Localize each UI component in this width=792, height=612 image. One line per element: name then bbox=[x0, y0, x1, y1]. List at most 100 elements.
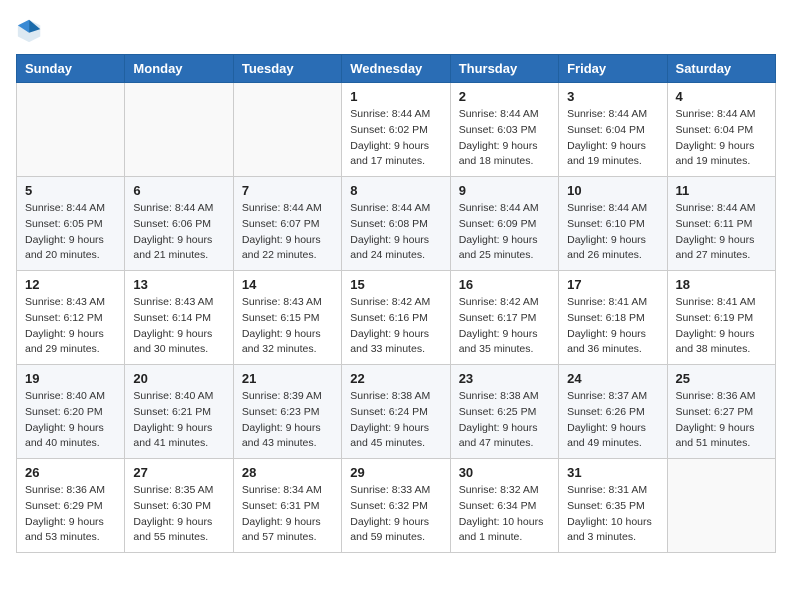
table-row: 22 Sunrise: 8:38 AMSunset: 6:24 PMDayligh… bbox=[342, 365, 450, 459]
table-row bbox=[125, 83, 233, 177]
table-row: 3Sunrise: 8:44 AMSunset: 6:04 PMDaylight… bbox=[559, 83, 667, 177]
day-number: 18 bbox=[676, 277, 767, 292]
calendar-table: SundayMondayTuesdayWednesdayThursdayFrid… bbox=[16, 54, 776, 553]
day-info: Sunrise: 8:33 AMSunset: 6:32 PMDaylight:… bbox=[350, 483, 441, 546]
day-info: Sunrise: 8:42 AMSunset: 6:16 PMDaylight:… bbox=[350, 295, 441, 358]
table-row: 13 Sunrise: 8:43 AMSunset: 6:14 PMDayligh… bbox=[125, 271, 233, 365]
col-header-wednesday: Wednesday bbox=[342, 55, 450, 83]
day-number: 31 bbox=[567, 465, 658, 480]
day-number: 17 bbox=[567, 277, 658, 292]
table-row: 6 Sunrise: 8:44 AMSunset: 6:06 PMDaylight… bbox=[125, 177, 233, 271]
day-info: Sunrise: 8:44 AMSunset: 6:06 PMDaylight:… bbox=[133, 201, 224, 264]
table-row: 28Sunrise: 8:34 AMSunset: 6:31 PMDayligh… bbox=[233, 459, 341, 553]
col-header-friday: Friday bbox=[559, 55, 667, 83]
table-row: 21Sunrise: 8:39 AMSunset: 6:23 PMDayligh… bbox=[233, 365, 341, 459]
day-number: 16 bbox=[459, 277, 550, 292]
day-number: 2 bbox=[459, 89, 550, 104]
day-number: 9 bbox=[459, 183, 550, 198]
table-row: 23 Sunrise: 8:38 AMSunset: 6:25 PMDayligh… bbox=[450, 365, 558, 459]
table-row: 29 Sunrise: 8:33 AMSunset: 6:32 PMDayligh… bbox=[342, 459, 450, 553]
day-info: Sunrise: 8:44 AMSunset: 6:04 PMDaylight:… bbox=[676, 107, 767, 170]
table-row: 14 Sunrise: 8:43 AMSunset: 6:15 PMDayligh… bbox=[233, 271, 341, 365]
table-row: 31 Sunrise: 8:31 AMSunset: 6:35 PMDayligh… bbox=[559, 459, 667, 553]
day-number: 26 bbox=[25, 465, 116, 480]
calendar-week-5: 26 Sunrise: 8:36 AMSunset: 6:29 PMDayligh… bbox=[17, 459, 776, 553]
day-info: Sunrise: 8:40 AMSunset: 6:21 PMDaylight:… bbox=[133, 389, 224, 452]
col-header-tuesday: Tuesday bbox=[233, 55, 341, 83]
day-number: 8 bbox=[350, 183, 441, 198]
table-row: 27 Sunrise: 8:35 AMSunset: 6:30 PMDayligh… bbox=[125, 459, 233, 553]
calendar-week-3: 12Sunrise: 8:43 AMSunset: 6:12 PMDayligh… bbox=[17, 271, 776, 365]
logo bbox=[16, 16, 48, 44]
day-info: Sunrise: 8:43 AMSunset: 6:15 PMDaylight:… bbox=[242, 295, 333, 358]
day-number: 27 bbox=[133, 465, 224, 480]
table-row: 5 Sunrise: 8:44 AMSunset: 6:05 PMDaylight… bbox=[17, 177, 125, 271]
day-info: Sunrise: 8:44 AMSunset: 6:10 PMDaylight:… bbox=[567, 201, 658, 264]
table-row: 9Sunrise: 8:44 AMSunset: 6:09 PMDaylight… bbox=[450, 177, 558, 271]
table-row bbox=[667, 459, 775, 553]
day-number: 23 bbox=[459, 371, 550, 386]
day-info: Sunrise: 8:32 AMSunset: 6:34 PMDaylight:… bbox=[459, 483, 550, 546]
day-info: Sunrise: 8:36 AMSunset: 6:29 PMDaylight:… bbox=[25, 483, 116, 546]
day-info: Sunrise: 8:38 AMSunset: 6:24 PMDaylight:… bbox=[350, 389, 441, 452]
table-row: 30 Sunrise: 8:32 AMSunset: 6:34 PMDayligh… bbox=[450, 459, 558, 553]
col-header-thursday: Thursday bbox=[450, 55, 558, 83]
day-info: Sunrise: 8:44 AMSunset: 6:05 PMDaylight:… bbox=[25, 201, 116, 264]
day-info: Sunrise: 8:40 AMSunset: 6:20 PMDaylight:… bbox=[25, 389, 116, 452]
day-info: Sunrise: 8:43 AMSunset: 6:12 PMDaylight:… bbox=[25, 295, 116, 358]
col-header-monday: Monday bbox=[125, 55, 233, 83]
day-number: 20 bbox=[133, 371, 224, 386]
day-info: Sunrise: 8:35 AMSunset: 6:30 PMDaylight:… bbox=[133, 483, 224, 546]
table-row: 10 Sunrise: 8:44 AMSunset: 6:10 PMDayligh… bbox=[559, 177, 667, 271]
day-number: 30 bbox=[459, 465, 550, 480]
day-number: 22 bbox=[350, 371, 441, 386]
table-row: 8 Sunrise: 8:44 AMSunset: 6:08 PMDaylight… bbox=[342, 177, 450, 271]
table-row: 11 Sunrise: 8:44 AMSunset: 6:11 PMDayligh… bbox=[667, 177, 775, 271]
day-info: Sunrise: 8:36 AMSunset: 6:27 PMDaylight:… bbox=[676, 389, 767, 452]
table-row: 12Sunrise: 8:43 AMSunset: 6:12 PMDayligh… bbox=[17, 271, 125, 365]
day-number: 19 bbox=[25, 371, 116, 386]
table-row bbox=[17, 83, 125, 177]
page-header bbox=[16, 16, 776, 44]
logo-icon bbox=[16, 16, 44, 44]
day-number: 11 bbox=[676, 183, 767, 198]
table-row: 1 Sunrise: 8:44 AMSunset: 6:02 PMDaylight… bbox=[342, 83, 450, 177]
day-number: 3 bbox=[567, 89, 658, 104]
day-info: Sunrise: 8:42 AMSunset: 6:17 PMDaylight:… bbox=[459, 295, 550, 358]
calendar-week-2: 5 Sunrise: 8:44 AMSunset: 6:05 PMDaylight… bbox=[17, 177, 776, 271]
day-info: Sunrise: 8:43 AMSunset: 6:14 PMDaylight:… bbox=[133, 295, 224, 358]
day-number: 1 bbox=[350, 89, 441, 104]
day-info: Sunrise: 8:44 AMSunset: 6:03 PMDaylight:… bbox=[459, 107, 550, 170]
table-row: 20 Sunrise: 8:40 AMSunset: 6:21 PMDayligh… bbox=[125, 365, 233, 459]
calendar-week-4: 19 Sunrise: 8:40 AMSunset: 6:20 PMDayligh… bbox=[17, 365, 776, 459]
day-info: Sunrise: 8:41 AMSunset: 6:18 PMDaylight:… bbox=[567, 295, 658, 358]
day-number: 6 bbox=[133, 183, 224, 198]
day-info: Sunrise: 8:41 AMSunset: 6:19 PMDaylight:… bbox=[676, 295, 767, 358]
table-row: 16 Sunrise: 8:42 AMSunset: 6:17 PMDayligh… bbox=[450, 271, 558, 365]
day-number: 14 bbox=[242, 277, 333, 292]
table-row bbox=[233, 83, 341, 177]
day-info: Sunrise: 8:31 AMSunset: 6:35 PMDaylight:… bbox=[567, 483, 658, 546]
day-info: Sunrise: 8:44 AMSunset: 6:02 PMDaylight:… bbox=[350, 107, 441, 170]
table-row: 15Sunrise: 8:42 AMSunset: 6:16 PMDayligh… bbox=[342, 271, 450, 365]
table-row: 26 Sunrise: 8:36 AMSunset: 6:29 PMDayligh… bbox=[17, 459, 125, 553]
day-number: 24 bbox=[567, 371, 658, 386]
day-info: Sunrise: 8:44 AMSunset: 6:08 PMDaylight:… bbox=[350, 201, 441, 264]
day-info: Sunrise: 8:37 AMSunset: 6:26 PMDaylight:… bbox=[567, 389, 658, 452]
day-number: 29 bbox=[350, 465, 441, 480]
table-row: 4Sunrise: 8:44 AMSunset: 6:04 PMDaylight… bbox=[667, 83, 775, 177]
day-number: 5 bbox=[25, 183, 116, 198]
day-number: 13 bbox=[133, 277, 224, 292]
day-info: Sunrise: 8:38 AMSunset: 6:25 PMDaylight:… bbox=[459, 389, 550, 452]
calendar-week-1: 1 Sunrise: 8:44 AMSunset: 6:02 PMDaylight… bbox=[17, 83, 776, 177]
day-number: 21 bbox=[242, 371, 333, 386]
day-number: 10 bbox=[567, 183, 658, 198]
day-info: Sunrise: 8:44 AMSunset: 6:11 PMDaylight:… bbox=[676, 201, 767, 264]
day-number: 25 bbox=[676, 371, 767, 386]
col-header-saturday: Saturday bbox=[667, 55, 775, 83]
calendar-header-row: SundayMondayTuesdayWednesdayThursdayFrid… bbox=[17, 55, 776, 83]
day-info: Sunrise: 8:44 AMSunset: 6:07 PMDaylight:… bbox=[242, 201, 333, 264]
day-info: Sunrise: 8:34 AMSunset: 6:31 PMDaylight:… bbox=[242, 483, 333, 546]
day-number: 7 bbox=[242, 183, 333, 198]
table-row: 19 Sunrise: 8:40 AMSunset: 6:20 PMDayligh… bbox=[17, 365, 125, 459]
